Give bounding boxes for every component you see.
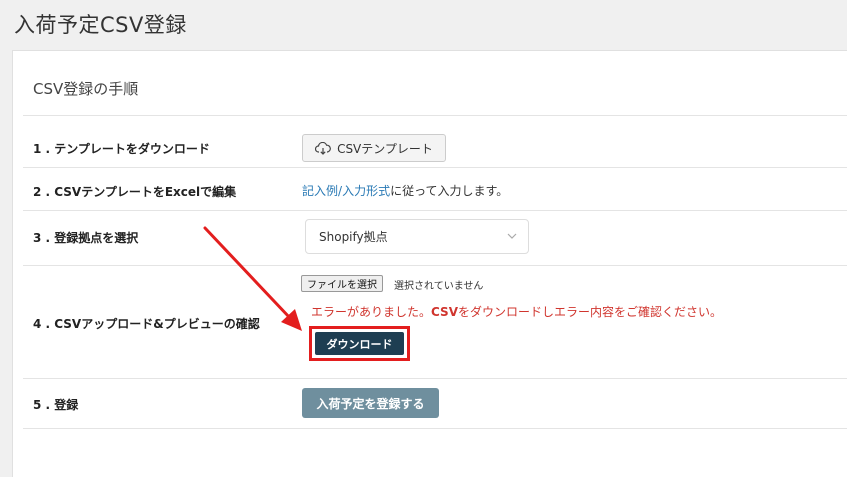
divider [23,378,847,379]
file-status: 選択されていません [394,281,484,292]
divider [23,210,847,211]
error-prefix: エラーがありました。 [311,305,432,319]
download-button[interactable]: ダウンロード [315,332,404,355]
page-title: 入荷予定CSV登録 [14,13,187,37]
error-csv: CSV [431,305,458,319]
choose-file-button[interactable]: ファイルを選択 [301,275,383,292]
divider [23,428,847,429]
step-3-label: 3 . 登録拠点を選択 [33,231,139,245]
step-4-label: 4 . CSVアップロード&プレビューの確認 [33,317,260,331]
input-format-link[interactable]: 入力形式 [342,184,390,198]
step-2-instructions: 記入例/入力形式に従って入力します。 [302,182,508,199]
csv-template-button[interactable]: CSVテンプレート [302,134,446,162]
register-arrival-button[interactable]: 入荷予定を登録する [302,388,439,418]
csv-template-button-label: CSVテンプレート [337,141,433,156]
step-2-label: 2 . CSVテンプレートをExcelで編集 [33,185,237,199]
cloud-download-icon [315,141,331,155]
divider [23,167,847,168]
divider [23,265,847,266]
step-5-label: 5 . 登録 [33,398,79,412]
step-1-label: 1 . テンプレートをダウンロード [33,142,210,156]
divider [23,115,847,116]
location-select-value: Shopify拠点 [319,230,388,244]
location-select[interactable]: Shopify拠点 [305,219,529,254]
error-suffix: をダウンロードしエラー内容をご確認ください。 [457,305,722,319]
error-message: エラーがありました。CSVをダウンロードしエラー内容をご確認ください。 [311,303,722,320]
step-2-suffix: に従って入力します。 [390,184,509,198]
panel-heading: CSV登録の手順 [33,80,139,98]
example-link[interactable]: 記入例 [302,184,338,198]
csv-steps-panel: CSV登録の手順 1 . テンプレートをダウンロード CSVテンプレート 2 .… [12,50,847,477]
chevron-down-icon [507,233,517,239]
